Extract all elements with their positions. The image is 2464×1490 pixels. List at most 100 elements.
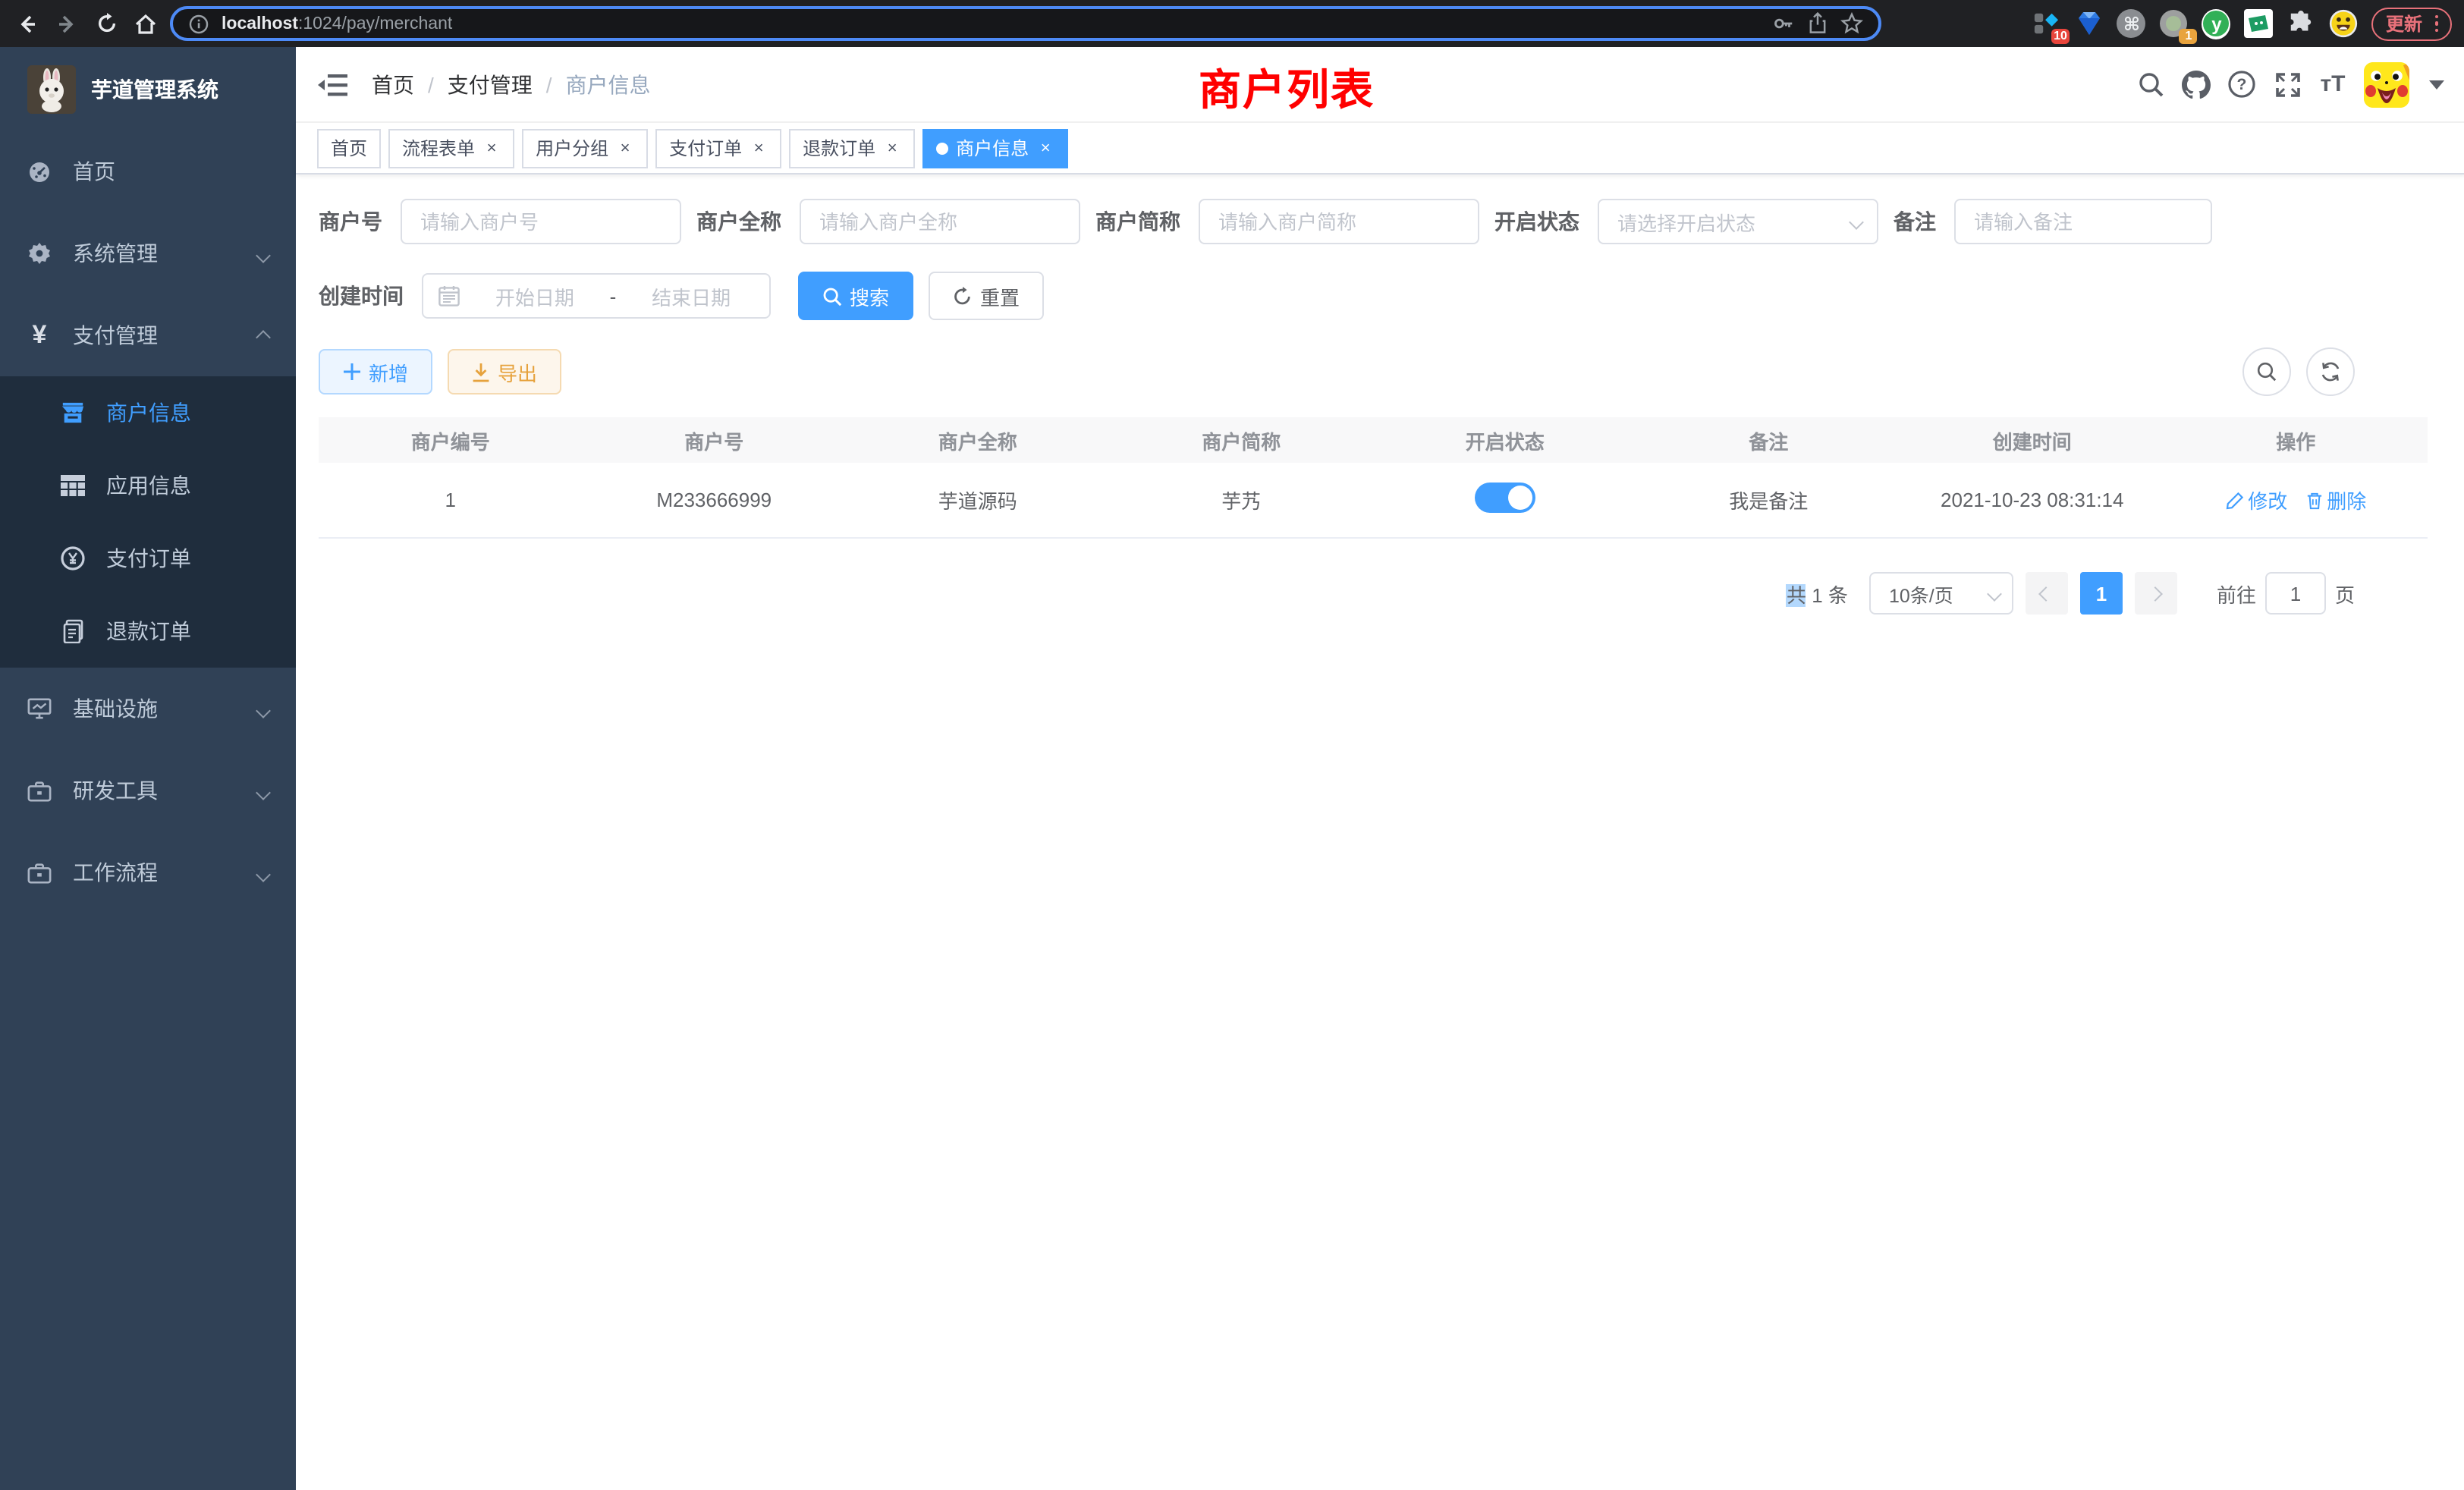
field-merchant-no: 商户号 bbox=[319, 199, 681, 244]
sidebar-item-refund-order[interactable]: 退款订单 bbox=[0, 595, 296, 668]
close-icon[interactable]: × bbox=[1036, 139, 1054, 157]
tags-view: 首页 流程表单× 用户分组× 支付订单× 退款订单× 商户信息× bbox=[296, 123, 2464, 174]
search-button[interactable]: 搜索 bbox=[798, 272, 913, 320]
tab-user-group[interactable]: 用户分组× bbox=[522, 128, 648, 168]
cell-create-time: 2021-10-23 08:31:14 bbox=[1900, 489, 2164, 511]
close-icon[interactable]: × bbox=[883, 139, 901, 157]
chevron-down-icon bbox=[258, 241, 269, 266]
font-size-icon[interactable]: тT bbox=[2318, 70, 2347, 99]
next-page-button[interactable] bbox=[2135, 572, 2177, 615]
reset-button[interactable]: 重置 bbox=[929, 272, 1044, 320]
prev-page-button[interactable] bbox=[2026, 572, 2068, 615]
breadcrumb-section[interactable]: 支付管理 bbox=[448, 69, 533, 99]
tab-refund-order[interactable]: 退款订单× bbox=[789, 128, 915, 168]
sidebar-item-dev-tools[interactable]: 研发工具 bbox=[0, 750, 296, 831]
status-select[interactable]: 请选择开启状态 bbox=[1598, 199, 1878, 244]
puzzle-extensions-icon[interactable] bbox=[2287, 9, 2316, 38]
sidebar-item-payment[interactable]: ¥ 支付管理 bbox=[0, 294, 296, 376]
breadcrumb-current: 商户信息 bbox=[566, 69, 651, 99]
extension-circle-icon[interactable]: 1 bbox=[2160, 9, 2189, 38]
user-avatar[interactable] bbox=[2364, 61, 2409, 107]
sidebar-logo[interactable]: 芋道管理系统 bbox=[0, 47, 296, 130]
sidebar-item-home[interactable]: 首页 bbox=[0, 130, 296, 212]
full-name-input[interactable] bbox=[800, 199, 1080, 244]
share-icon[interactable] bbox=[1807, 12, 1828, 35]
sidebar-item-workflow[interactable]: 工作流程 bbox=[0, 831, 296, 913]
screen: localhost:1024/pay/merchant 10 ⌘ bbox=[0, 0, 2464, 1490]
svg-text:?: ? bbox=[2237, 76, 2247, 93]
sidebar-item-infrastructure[interactable]: 基础设施 bbox=[0, 668, 296, 750]
browser-update-button[interactable]: 更新 bbox=[2372, 7, 2452, 40]
close-icon[interactable]: × bbox=[482, 139, 501, 157]
avatar-caret-icon[interactable] bbox=[2429, 80, 2444, 89]
refresh-icon[interactable] bbox=[2306, 347, 2355, 396]
back-icon[interactable] bbox=[12, 8, 42, 39]
sidebar-collapse-icon[interactable] bbox=[317, 69, 347, 99]
url-bar[interactable]: localhost:1024/pay/merchant bbox=[170, 6, 1881, 41]
extension-command-icon[interactable]: ⌘ bbox=[2117, 9, 2146, 38]
export-button[interactable]: 导出 bbox=[448, 349, 561, 395]
chevron-up-icon bbox=[258, 323, 269, 347]
page-number-1[interactable]: 1 bbox=[2080, 572, 2123, 615]
sidebar-item-pay-order[interactable]: 支付订单 bbox=[0, 522, 296, 595]
breadcrumb-home[interactable]: 首页 bbox=[372, 69, 414, 99]
coin-icon bbox=[61, 546, 85, 571]
tab-pay-order[interactable]: 支付订单× bbox=[655, 128, 781, 168]
date-range-picker[interactable]: 开始日期 - 结束日期 bbox=[422, 273, 771, 319]
close-icon[interactable]: × bbox=[750, 139, 768, 157]
extension-yuque-icon[interactable]: y bbox=[2202, 9, 2231, 38]
remark-input[interactable] bbox=[1954, 199, 2212, 244]
tab-process-form[interactable]: 流程表单× bbox=[388, 128, 514, 168]
field-label: 创建时间 bbox=[319, 281, 422, 311]
column-header: 商户简称 bbox=[1110, 426, 1374, 454]
sidebar-item-merchant-info[interactable]: 商户信息 bbox=[0, 376, 296, 449]
column-header: 操作 bbox=[2164, 426, 2428, 454]
field-label: 开启状态 bbox=[1494, 206, 1598, 237]
add-button[interactable]: 新增 bbox=[319, 349, 432, 395]
app-title: 芋道管理系统 bbox=[91, 74, 218, 104]
page-size-select[interactable]: 10条/页 bbox=[1869, 572, 2013, 615]
url-text: localhost:1024/pay/merchant bbox=[222, 14, 1760, 33]
info-icon[interactable] bbox=[188, 13, 209, 34]
home-icon[interactable] bbox=[130, 8, 161, 39]
help-icon[interactable]: ? bbox=[2227, 70, 2256, 99]
delete-link[interactable]: 删除 bbox=[2305, 486, 2366, 514]
sidebar-item-label: 商户信息 bbox=[106, 398, 191, 428]
extension-tiles-icon[interactable]: 10 bbox=[2032, 9, 2061, 38]
goto-page-input[interactable] bbox=[2265, 572, 2326, 615]
toggle-search-icon[interactable] bbox=[2242, 347, 2291, 396]
extension-badge-one: 1 bbox=[2180, 29, 2198, 44]
extensions-area: 10 ⌘ 1 y 更新 bbox=[1890, 7, 2452, 40]
tab-home[interactable]: 首页 bbox=[317, 128, 381, 168]
short-name-input[interactable] bbox=[1199, 199, 1479, 244]
browser-toolbar: localhost:1024/pay/merchant 10 ⌘ bbox=[0, 0, 2464, 47]
cell-remark: 我是备注 bbox=[1637, 486, 1901, 514]
reload-icon[interactable] bbox=[91, 8, 121, 39]
search-form-row-2: 创建时间 开始日期 - 结束日期 搜索 bbox=[319, 272, 2428, 320]
sidebar-item-system[interactable]: 系统管理 bbox=[0, 212, 296, 294]
page-suffix: 页 bbox=[2335, 579, 2355, 608]
sidebar-item-label: 支付订单 bbox=[106, 543, 191, 574]
column-header: 备注 bbox=[1637, 426, 1901, 454]
sidebar-item-app-info[interactable]: 应用信息 bbox=[0, 449, 296, 522]
search-icon[interactable] bbox=[2136, 70, 2165, 99]
field-label: 商户全称 bbox=[696, 206, 800, 237]
merchant-no-input[interactable] bbox=[401, 199, 681, 244]
close-icon[interactable]: × bbox=[616, 139, 634, 157]
edit-link[interactable]: 修改 bbox=[2225, 486, 2287, 514]
forward-icon[interactable] bbox=[52, 8, 82, 39]
tab-merchant-info[interactable]: 商户信息× bbox=[922, 128, 1068, 168]
fullscreen-icon[interactable] bbox=[2273, 70, 2302, 99]
bookmark-star-icon[interactable] bbox=[1840, 12, 1863, 35]
extension-chat-icon[interactable] bbox=[2245, 9, 2274, 38]
status-toggle[interactable] bbox=[1475, 483, 1535, 513]
extension-gem-icon[interactable] bbox=[2075, 9, 2104, 38]
cell-actions: 修改 删除 bbox=[2164, 486, 2428, 514]
github-icon[interactable] bbox=[2182, 70, 2211, 99]
password-key-icon[interactable] bbox=[1772, 12, 1795, 35]
browser-menu-icon[interactable] bbox=[2434, 15, 2438, 33]
sidebar: 芋道管理系统 首页 系统管理 ¥ 支付管理 bbox=[0, 47, 296, 1490]
yen-icon: ¥ bbox=[27, 323, 52, 347]
annotation-title: 商户列表 bbox=[1199, 58, 1375, 118]
profile-emoji-avatar[interactable] bbox=[2330, 9, 2359, 38]
